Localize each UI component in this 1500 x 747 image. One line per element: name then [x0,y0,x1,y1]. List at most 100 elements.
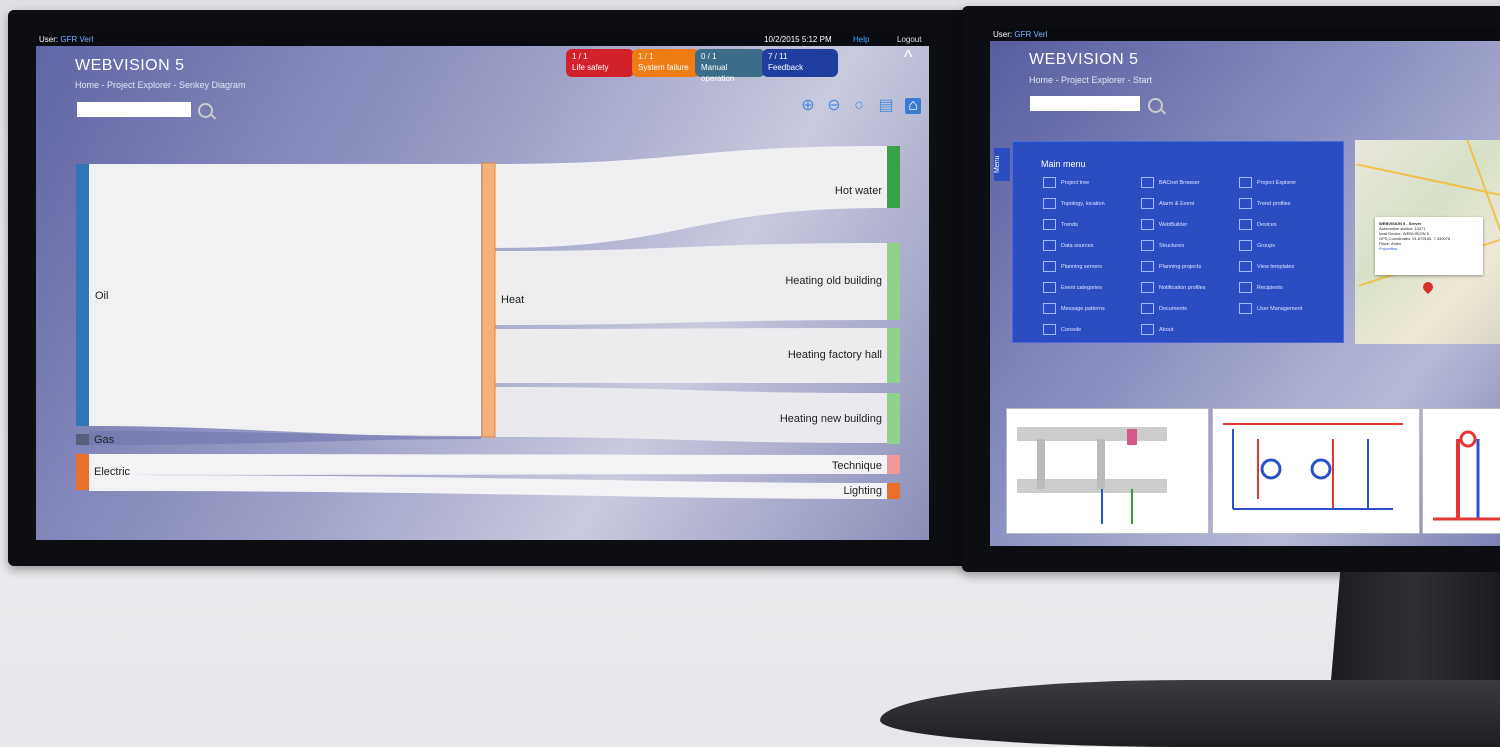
dual-monitor-scene: User: GFR Verl 10/2/2015 5:12 PM Help Lo… [0,0,1500,747]
map-widget[interactable]: WEBVISION 5 - Server Automation station:… [1355,140,1500,344]
label-heat: Heat [501,294,525,306]
menu-item-view-templates[interactable]: View templates [1239,261,1294,272]
menu-item-label: Trend profiles [1257,200,1291,207]
menu-item-icon [1239,177,1252,188]
menu-item-alarm-event[interactable]: Alarm & Event [1141,198,1194,209]
menu-item-icon [1141,177,1154,188]
menu-item-label: Structures [1159,242,1185,249]
menu-item-icon [1043,219,1056,230]
menu-item-label: Devices [1257,221,1277,228]
node-heating-old-building[interactable] [887,243,900,320]
menu-item-groups[interactable]: Groups [1239,240,1275,251]
monitor-stand-neck [1330,572,1500,692]
menu-item-icon [1043,303,1056,314]
menu-item-label: Event categories [1061,284,1102,291]
menu-item-label: Notification profiles [1159,284,1206,291]
node-heating-factory-hall[interactable] [887,328,900,383]
menu-item-label: Alarm & Event [1159,200,1195,207]
label-heating-new-building: Heating new building [779,413,882,425]
menu-item-label: Planning servers [1061,263,1102,270]
menu-item-project-explorer[interactable]: Project Explorer [1239,177,1296,188]
menu-item-label: WebBuilder [1159,221,1188,228]
menu-item-planning-servers[interactable]: Planning servers [1043,261,1102,272]
menu-item-message-patterns[interactable]: Message patterns [1043,303,1105,314]
label-gas: Gas [94,434,115,446]
map-popup: WEBVISION 5 - Server Automation station:… [1375,217,1483,275]
menu-item-label: BACnet Browser [1159,179,1200,186]
menu-item-event-categories[interactable]: Event categories [1043,282,1102,293]
menu-item-about[interactable]: About [1141,324,1173,335]
menu-item-icon [1043,198,1056,209]
node-electric[interactable] [76,454,89,490]
breadcrumb-right[interactable]: Home - Project Explorer - Start [1029,75,1152,85]
menu-item-icon [1141,198,1154,209]
menu-item-webbuilder[interactable]: WebBuilder [1141,219,1187,230]
menu-item-project-tree[interactable]: Project tree [1043,177,1089,188]
map-pin-icon[interactable] [1420,279,1436,295]
node-hot-water[interactable] [887,146,900,208]
menu-item-console[interactable]: Console [1043,324,1081,335]
menu-item-icon [1043,240,1056,251]
menu-item-notification-profiles[interactable]: Notification profiles [1141,282,1205,293]
menu-item-icon [1043,282,1056,293]
label-heating-old-building: Heating old building [785,275,882,287]
menu-item-label: About [1159,326,1174,333]
menu-item-icon [1239,303,1252,314]
menu-item-icon [1043,177,1056,188]
top-bar-right: User: GFR Verl [990,28,1500,41]
search-icon-right[interactable] [1148,98,1163,113]
flow-heat-hotwater [495,146,887,248]
menu-item-label: Data sources [1061,242,1094,249]
plant-thumbnail-1[interactable] [1006,408,1209,534]
menu-item-bacnet-browser[interactable]: BACnet Browser [1141,177,1200,188]
label-lighting: Lighting [843,485,882,497]
menu-tab[interactable]: Menu [994,148,1010,181]
menu-item-documents[interactable]: Documents [1141,303,1187,314]
menu-item-icon [1239,282,1252,293]
menu-item-label: Groups [1257,242,1276,249]
node-gas[interactable] [76,434,89,445]
plant-thumbnail-2[interactable] [1212,408,1420,534]
right-screen: User: GFR Verl WEBVISION 5 Home - Projec… [990,28,1500,546]
label-hot-water: Hot water [834,185,882,197]
menu-item-icon [1141,303,1154,314]
node-lighting[interactable] [887,483,900,499]
menu-item-trends[interactable]: Trends [1043,219,1078,230]
menu-item-label: User Management [1257,305,1303,312]
menu-item-icon [1141,219,1154,230]
search-input-right[interactable] [1030,96,1140,111]
menu-item-label: Topology, location [1061,200,1105,207]
label-oil: Oil [95,290,109,302]
left-screen: User: GFR Verl 10/2/2015 5:12 PM Help Lo… [36,33,929,540]
menu-item-label: Console [1061,326,1082,333]
node-heating-new-building[interactable] [887,393,900,444]
label-heating-factory-hall: Heating factory hall [787,349,882,361]
menu-item-label: Planning projects [1159,263,1202,270]
menu-item-topology-location[interactable]: Topology, location [1043,198,1105,209]
menu-item-label: Recipients [1257,284,1283,291]
map-popup-link[interactable]: Properties [1379,246,1479,251]
menu-item-icon [1043,324,1056,335]
main-menu-panel: Main menu Project tree BACnet Browser Proj… [1012,141,1344,343]
menu-item-label: Trends [1061,221,1078,228]
monitor-stand-base [880,680,1500,747]
menu-item-label: Project Explorer [1257,179,1297,186]
node-technique[interactable] [887,455,900,474]
menu-item-label: Documents [1159,305,1187,312]
menu-item-planning-projects[interactable]: Planning projects [1141,261,1201,272]
menu-item-trend-profiles[interactable]: Trend profiles [1239,198,1290,209]
menu-item-label: Project tree [1061,179,1090,186]
label-technique: Technique [831,460,882,472]
node-oil[interactable] [76,164,89,426]
menu-item-user-management[interactable]: User Management [1239,303,1302,314]
plant-thumbnail-3[interactable] [1422,408,1500,534]
user-info-right: User: GFR Verl [993,30,1048,39]
menu-item-icon [1239,198,1252,209]
menu-item-devices[interactable]: Devices [1239,219,1277,230]
menu-item-data-sources[interactable]: Data sources [1043,240,1093,251]
menu-item-icon [1043,261,1056,272]
menu-item-icon [1239,219,1252,230]
node-heat[interactable] [481,162,496,438]
menu-item-recipients[interactable]: Recipients [1239,282,1283,293]
menu-item-structures[interactable]: Structures [1141,240,1184,251]
